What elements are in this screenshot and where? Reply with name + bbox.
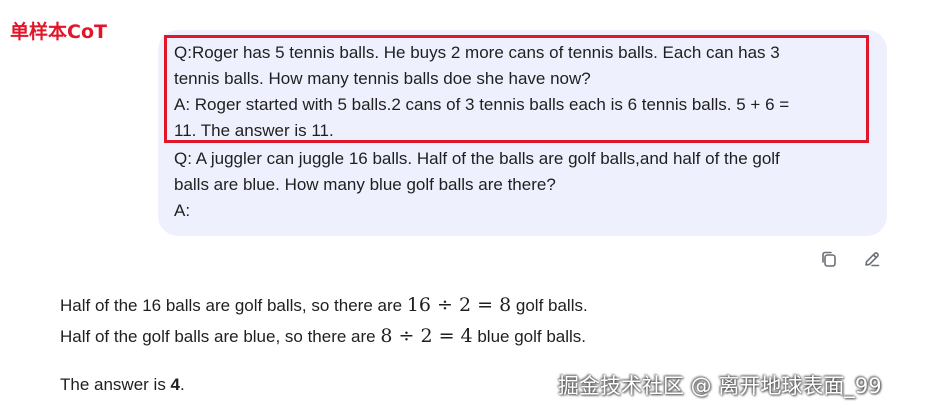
answer-line-1-prefix: Half of the 16 balls are golf balls, so …: [60, 296, 407, 315]
edit-pencil-glyph: [865, 252, 880, 267]
answer-line-2-suffix: blue golf balls.: [472, 327, 587, 346]
copy-icon[interactable]: [819, 249, 839, 269]
prompt-line-6: balls are blue. How many blue golf balls…: [174, 175, 556, 194]
answer-value: 4: [170, 375, 181, 394]
corner-label: 单样本CoT: [10, 21, 107, 43]
answer-line-3-prefix: The answer is: [60, 375, 171, 394]
answer-line-1: Half of the 16 balls are golf balls, so …: [60, 292, 588, 319]
highlight-box: [164, 35, 869, 143]
answer-line-1-suffix: golf balls.: [511, 296, 588, 315]
answer-line-2-math: 8 ÷ 2 = 4: [380, 325, 473, 347]
prompt-line-5: Q: A juggler can juggle 16 balls. Half o…: [174, 149, 780, 168]
answer-line-3-suffix: .: [180, 375, 185, 394]
prompt-line-7: A:: [174, 201, 191, 220]
answer-line-2: Half of the golf balls are blue, so ther…: [60, 323, 586, 350]
watermark: 掘金技术社区 @ 离开地球表面_99: [558, 374, 882, 398]
edit-pencil-icon[interactable]: [862, 249, 882, 269]
answer-line-3: The answer is 4.: [60, 372, 185, 398]
copy-icon-glyph: [822, 251, 836, 267]
answer-line-1-math: 16 ÷ 2 = 8: [406, 294, 512, 316]
answer-line-2-prefix: Half of the golf balls are blue, so ther…: [60, 327, 381, 346]
